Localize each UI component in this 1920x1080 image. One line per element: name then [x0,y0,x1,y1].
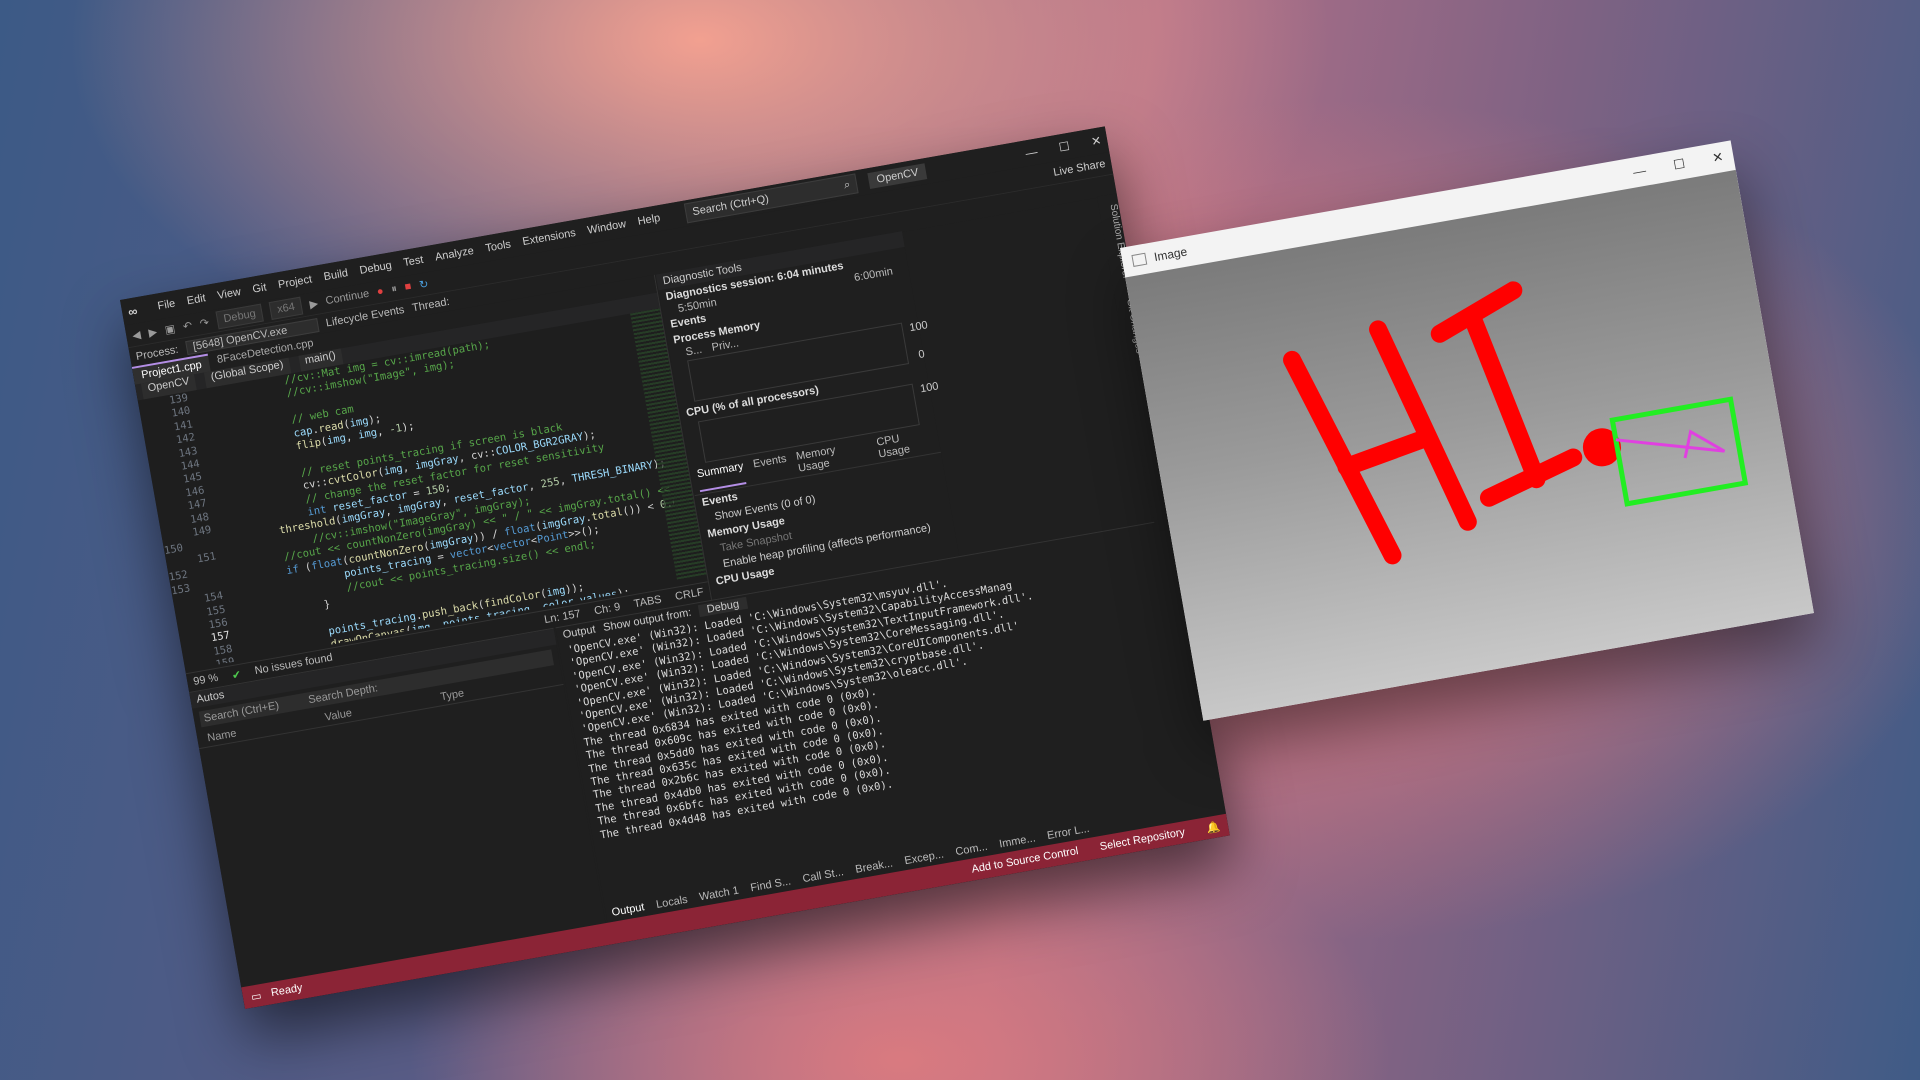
breakpoint-icon[interactable]: ● [376,285,385,298]
camera-close-icon[interactable]: ✕ [1711,149,1725,167]
detection-box [1609,396,1749,507]
platform-select[interactable]: x64 [268,296,304,320]
tracking-point [1582,428,1621,467]
drawn-letters-hi [1283,281,1621,565]
menu-build[interactable]: Build [323,267,349,283]
search-icon: ⌕ [843,178,852,192]
live-share-button[interactable]: Live Share [1052,158,1106,179]
menu-extensions[interactable]: Extensions [522,227,577,248]
cpu-max: 100 [919,380,940,396]
status-icon: ▭ [250,989,263,1004]
back-icon[interactable]: ◀ [131,328,141,342]
menu-analyze[interactable]: Analyze [434,245,475,264]
zoom-level[interactable]: 99 % [192,672,219,688]
line-ending[interactable]: CRLF [674,586,704,603]
menu-test[interactable]: Test [402,254,424,269]
col-value[interactable]: Value [324,707,353,724]
tab-events[interactable]: Events [752,453,789,482]
menu-edit[interactable]: Edit [186,292,207,307]
camera-maximize-icon[interactable]: ☐ [1672,156,1686,174]
visual-studio-logo-icon: ∞ [126,303,139,320]
stop-icon[interactable]: ■ [404,280,413,293]
menu-help[interactable]: Help [637,212,661,228]
menu-view[interactable]: View [216,286,241,302]
continue-button[interactable]: Continue [325,288,370,307]
letter-h-right-stroke [1369,320,1477,531]
notifications-icon[interactable]: 🔔 [1205,820,1222,835]
camera-minimize-icon[interactable]: — [1632,163,1648,181]
camera-window-title: Image [1152,244,1189,265]
close-icon[interactable]: ✕ [1090,133,1102,149]
menu-window[interactable]: Window [586,218,627,237]
restart-icon[interactable]: ↻ [418,277,429,291]
menu-file[interactable]: File [157,298,177,313]
pen-outline [1615,429,1726,459]
menu-tools[interactable]: Tools [485,238,512,254]
maximize-icon[interactable]: ☐ [1058,139,1071,155]
memory-max: 100 [908,319,929,335]
visual-studio-window: ∞ File Edit View Git Project Build Debug… [120,126,1230,1010]
continue-icon[interactable]: ▶ [308,296,319,310]
letter-i-stem-stroke [1463,308,1546,489]
memory-min: 0 [917,348,926,362]
window-icon [1131,252,1148,267]
undo-icon[interactable]: ↶ [182,318,193,332]
col-name[interactable]: Name [206,727,237,744]
legend-snapshot: S... [684,343,704,359]
indent-mode[interactable]: TABS [633,594,663,611]
column-number: Ch: 9 [593,600,622,618]
menu-git[interactable]: Git [252,281,268,295]
minimize-icon[interactable]: — [1024,145,1038,161]
menu-debug[interactable]: Debug [359,259,393,276]
menu-project[interactable]: Project [277,273,313,291]
save-icon[interactable]: ▣ [164,321,176,336]
status-ready: Ready [270,981,304,1000]
letter-h-bar-stroke [1337,428,1437,477]
pause-icon[interactable]: ⏸ [390,282,398,296]
check-icon: ✔ [230,668,243,682]
redo-icon[interactable]: ↷ [199,315,210,329]
forward-icon[interactable]: ▶ [147,325,158,339]
col-type[interactable]: Type [440,687,466,703]
camera-image-window: Image — ☐ ✕ [1120,140,1814,721]
